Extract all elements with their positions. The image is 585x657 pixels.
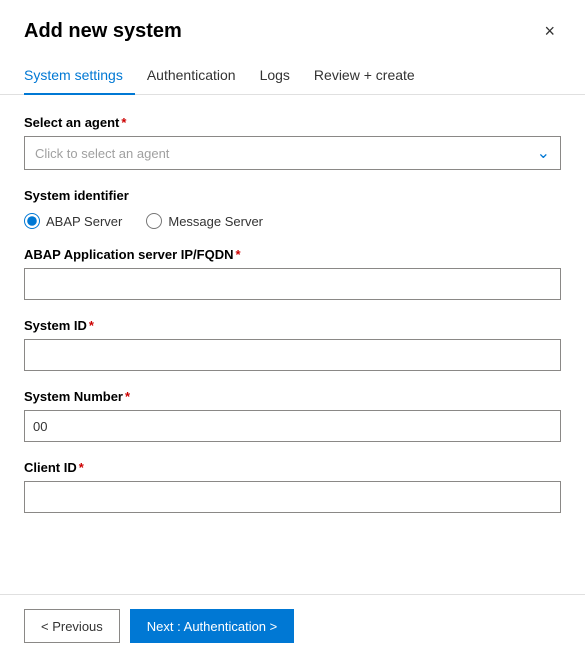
system-identifier-label: System identifier <box>24 188 561 203</box>
radio-message-server[interactable] <box>146 213 162 229</box>
tabs-nav: System settings Authentication Logs Revi… <box>0 59 585 95</box>
radio-abap-label[interactable]: ABAP Server <box>24 213 122 229</box>
abap-ip-input[interactable] <box>24 268 561 300</box>
radio-abap-server[interactable] <box>24 213 40 229</box>
modal-title: Add new system <box>24 20 182 43</box>
system-identifier-group: System identifier ABAP Server Message Se… <box>24 188 561 229</box>
system-number-label: System Number* <box>24 389 561 404</box>
next-button[interactable]: Next : Authentication > <box>130 609 294 643</box>
agent-field-group: Select an agent* Click to select an agen… <box>24 115 561 170</box>
client-id-required-star: * <box>79 460 84 475</box>
previous-button[interactable]: < Previous <box>24 609 120 643</box>
add-new-system-modal: Add new system × System settings Authent… <box>0 0 585 657</box>
radio-message-label[interactable]: Message Server <box>146 213 263 229</box>
system-number-input[interactable] <box>24 410 561 442</box>
radio-message-text: Message Server <box>168 214 263 229</box>
close-button[interactable]: × <box>538 20 561 42</box>
abap-ip-required-star: * <box>236 247 241 262</box>
agent-dropdown[interactable]: Click to select an agent ⌄ <box>24 136 561 170</box>
abap-ip-field-group: ABAP Application server IP/FQDN* <box>24 247 561 300</box>
agent-placeholder: Click to select an agent <box>35 146 169 161</box>
modal-footer: < Previous Next : Authentication > <box>0 594 585 657</box>
client-id-field-group: Client ID* <box>24 460 561 513</box>
radio-abap-text: ABAP Server <box>46 214 122 229</box>
client-id-input[interactable] <box>24 481 561 513</box>
agent-required-star: * <box>121 115 126 130</box>
modal-body: Select an agent* Click to select an agen… <box>0 95 585 594</box>
system-id-required-star: * <box>89 318 94 333</box>
system-number-field-group: System Number* <box>24 389 561 442</box>
chevron-down-icon: ⌄ <box>537 143 550 163</box>
system-id-field-group: System ID* <box>24 318 561 371</box>
agent-label: Select an agent* <box>24 115 561 130</box>
tab-logs[interactable]: Logs <box>248 59 302 95</box>
system-number-required-star: * <box>125 389 130 404</box>
system-id-label: System ID* <box>24 318 561 333</box>
tab-system-settings[interactable]: System settings <box>24 59 135 95</box>
abap-ip-label: ABAP Application server IP/FQDN* <box>24 247 561 262</box>
client-id-label: Client ID* <box>24 460 561 475</box>
tab-authentication[interactable]: Authentication <box>135 59 248 95</box>
tab-review-create[interactable]: Review + create <box>302 59 427 95</box>
modal-header: Add new system × <box>0 0 585 43</box>
radio-group: ABAP Server Message Server <box>24 213 561 229</box>
system-id-input[interactable] <box>24 339 561 371</box>
